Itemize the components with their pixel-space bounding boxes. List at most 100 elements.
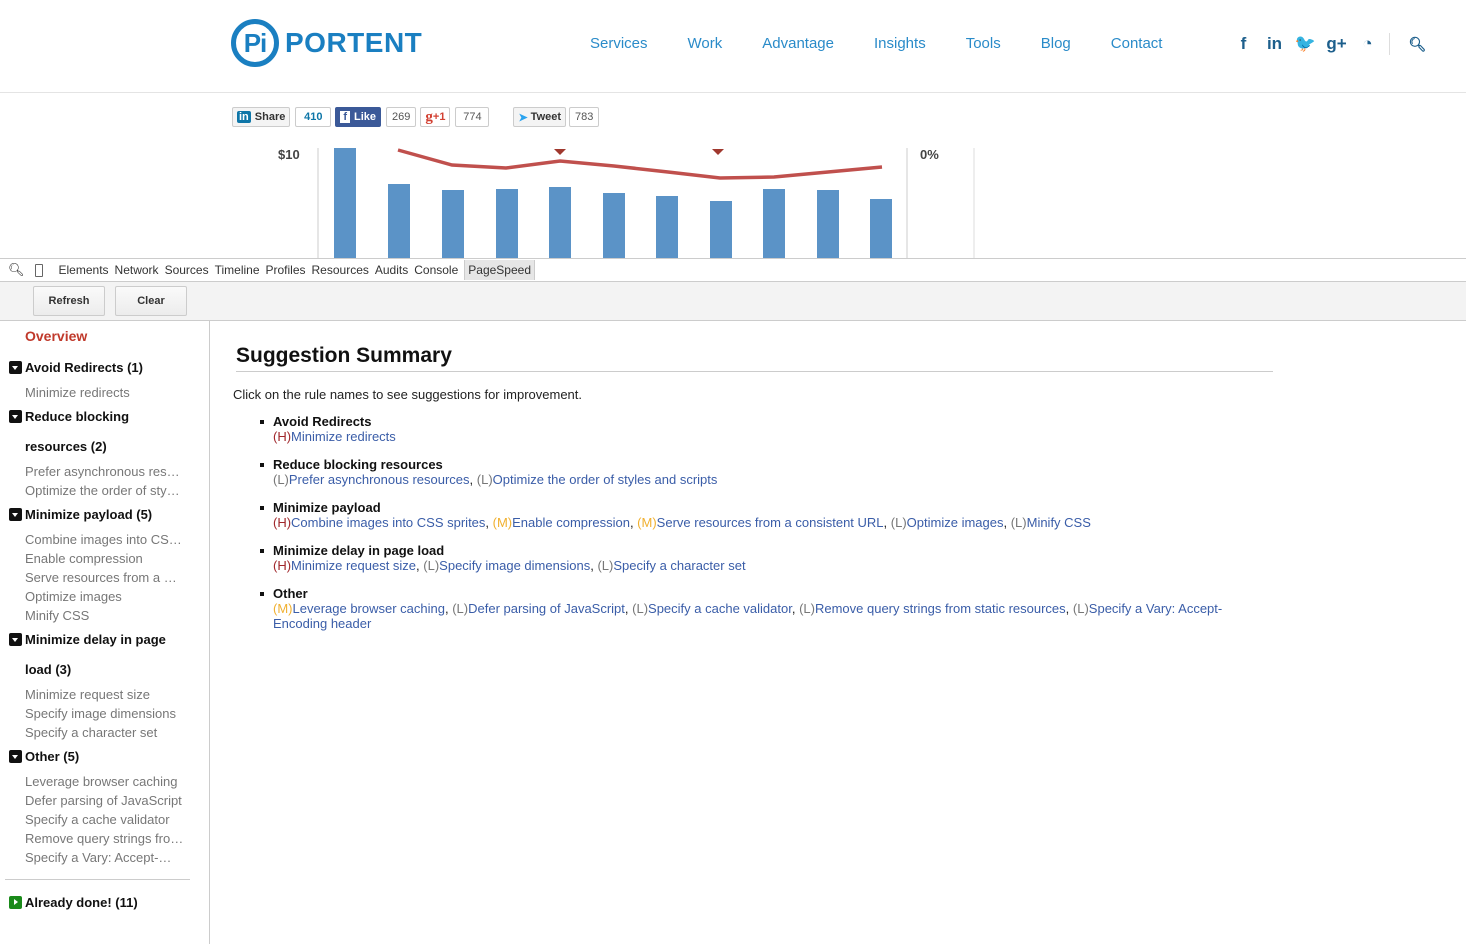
- logo-text: PORTENT: [285, 27, 423, 58]
- collapse-triangle-icon[interactable]: [9, 361, 22, 374]
- search-icon[interactable]: 🔍︎: [8, 262, 25, 278]
- tab-audits[interactable]: Audits: [375, 263, 408, 277]
- rule-link[interactable]: Specify image dimensions: [439, 558, 590, 573]
- sidebar-rule-item[interactable]: Specify a character set: [9, 723, 191, 742]
- sidebar-rule-item[interactable]: Specify a Vary: Accept-…: [9, 848, 191, 867]
- sidebar-rule-item[interactable]: Serve resources from a …: [9, 568, 191, 587]
- rule-link[interactable]: Remove query strings from static resourc…: [815, 601, 1066, 616]
- sidebar-rule-item[interactable]: Prefer asynchronous res…: [9, 462, 191, 481]
- sidebar-rule-item[interactable]: Minimize redirects: [9, 383, 191, 402]
- rule-link[interactable]: Defer parsing of JavaScript: [468, 601, 625, 616]
- sidebar-rule-item[interactable]: Optimize the order of sty…: [9, 481, 191, 500]
- collapse-triangle-icon[interactable]: [9, 633, 22, 646]
- refresh-button[interactable]: Refresh: [33, 286, 105, 316]
- rule-link[interactable]: Specify a character set: [613, 558, 745, 573]
- portent-logo[interactable]: Pi PORTENT: [231, 19, 422, 67]
- nav-link-insights[interactable]: Insights: [874, 35, 926, 52]
- tab-pagespeed[interactable]: PageSpeed: [464, 260, 535, 280]
- sidebar-group-label: Already done! (11): [25, 895, 138, 910]
- sidebar-group[interactable]: Minimize payload (5): [9, 500, 184, 530]
- sidebar-group[interactable]: Minimize delay in page load (3): [9, 625, 184, 685]
- rule-link[interactable]: Combine images into CSS sprites: [291, 515, 485, 530]
- rule-category-heading: Minimize payload: [273, 500, 381, 515]
- device-mode-icon[interactable]: [34, 263, 43, 277]
- tab-resources[interactable]: Resources: [312, 263, 369, 277]
- nav-link-advantage[interactable]: Advantage: [762, 35, 834, 52]
- collapse-triangle-icon[interactable]: [9, 750, 22, 763]
- rule-link[interactable]: Specify a cache validator: [648, 601, 792, 616]
- rule-link[interactable]: Minimize request size: [291, 558, 416, 573]
- tweet-count: 783: [569, 107, 600, 127]
- sidebar-group[interactable]: Other (5): [9, 742, 184, 772]
- tab-timeline[interactable]: Timeline: [215, 263, 260, 277]
- linkedin-icon[interactable]: in: [1259, 34, 1290, 54]
- tab-profiles[interactable]: Profiles: [266, 263, 306, 277]
- twitter-icon: ➤: [518, 111, 528, 124]
- tab-elements[interactable]: Elements: [59, 263, 109, 277]
- sidebar-group[interactable]: Avoid Redirects (1): [9, 353, 184, 383]
- rule-category: Avoid Redirects (H)Minimize redirects: [260, 414, 1248, 444]
- rule-link[interactable]: Prefer asynchronous resources: [289, 472, 470, 487]
- rule-suggestions: (M)Leverage browser caching, (L)Defer pa…: [273, 601, 1223, 631]
- rule-link[interactable]: Optimize the order of styles and scripts: [493, 472, 718, 487]
- facebook-like-button[interactable]: f Like: [335, 107, 382, 127]
- clear-button[interactable]: Clear: [115, 286, 187, 316]
- nav-link-tools[interactable]: Tools: [966, 35, 1001, 52]
- rss-icon[interactable]: ◔: [1352, 34, 1383, 54]
- rule-link[interactable]: Leverage browser caching: [293, 601, 445, 616]
- tab-network[interactable]: Network: [115, 263, 159, 277]
- rule-link[interactable]: Serve resources from a consistent URL: [657, 515, 884, 530]
- expand-triangle-icon[interactable]: [9, 896, 22, 909]
- collapse-triangle-icon[interactable]: [9, 410, 22, 423]
- sidebar-rule-item[interactable]: Optimize images: [9, 587, 191, 606]
- tweet-button[interactable]: ➤ Tweet: [513, 107, 567, 127]
- sidebar-rule-item[interactable]: Leverage browser caching: [9, 772, 191, 791]
- linkedin-count: 410: [295, 107, 332, 127]
- tab-console[interactable]: Console: [414, 263, 458, 277]
- rule-link[interactable]: Minimize redirects: [291, 429, 396, 444]
- marker-triangle: [554, 149, 566, 155]
- severity-l: (L): [1010, 515, 1027, 530]
- social-links: f in 🐦 g+ ◔ 🔍︎: [1228, 33, 1433, 55]
- tab-sources[interactable]: Sources: [165, 263, 209, 277]
- rule-link[interactable]: Minify CSS: [1027, 515, 1091, 530]
- collapse-triangle-icon[interactable]: [9, 508, 22, 521]
- marker-triangle: [712, 149, 724, 155]
- sidebar-group[interactable]: Reduce blocking resources (2): [9, 402, 184, 462]
- chart-bar: [442, 190, 464, 258]
- chart-bar: [656, 196, 678, 258]
- sidebar-rule-item[interactable]: Remove query strings fro…: [9, 829, 191, 848]
- severity-l: (L): [452, 601, 469, 616]
- sidebar-rule-item[interactable]: Combine images into CS…: [9, 530, 191, 549]
- rule-category-heading: Other: [273, 586, 308, 601]
- sidebar-rule-item[interactable]: Defer parsing of JavaScript: [9, 791, 191, 810]
- facebook-icon[interactable]: f: [1228, 34, 1259, 54]
- sidebar-rule-item[interactable]: Specify image dimensions: [9, 704, 191, 723]
- sidebar-rule-item[interactable]: Minimize request size: [9, 685, 191, 704]
- rule-link[interactable]: Enable compression: [512, 515, 630, 530]
- chart-image: $10 0%: [278, 148, 975, 258]
- share-bar: in Share 410 f Like 269 g +1 774 ➤ Tweet 783: [232, 107, 603, 127]
- google-plus-icon[interactable]: g+: [1321, 34, 1352, 54]
- linkedin-share-button[interactable]: in Share: [232, 107, 291, 127]
- sidebar-rule-item[interactable]: Minify CSS: [9, 606, 191, 625]
- sidebar-rule-item[interactable]: Specify a cache validator: [9, 810, 191, 829]
- sidebar-group-already-done[interactable]: Already done! (11): [9, 888, 184, 918]
- rule-suggestions: (H)Minimize redirects: [273, 429, 1248, 444]
- severity-h: (H): [273, 515, 292, 530]
- chart-bar: [763, 189, 785, 258]
- sidebar-group-label: Avoid Redirects (1): [25, 360, 143, 375]
- facebook-count: 269: [386, 107, 417, 127]
- sidebar-overview[interactable]: Overview: [9, 321, 209, 351]
- search-icon[interactable]: 🔍︎: [1402, 36, 1433, 53]
- nav-link-contact[interactable]: Contact: [1111, 35, 1163, 52]
- nav-link-services[interactable]: Services: [590, 35, 648, 52]
- sidebar-rule-item[interactable]: Enable compression: [9, 549, 191, 568]
- google-plus-button[interactable]: g +1: [420, 107, 451, 127]
- left-axis-tick: $10: [278, 148, 300, 162]
- nav-link-work[interactable]: Work: [688, 35, 723, 52]
- rule-link[interactable]: Optimize images: [907, 515, 1004, 530]
- twitter-icon[interactable]: 🐦: [1290, 34, 1321, 54]
- nav-link-blog[interactable]: Blog: [1041, 35, 1071, 52]
- linkedin-share-label: Share: [254, 111, 286, 123]
